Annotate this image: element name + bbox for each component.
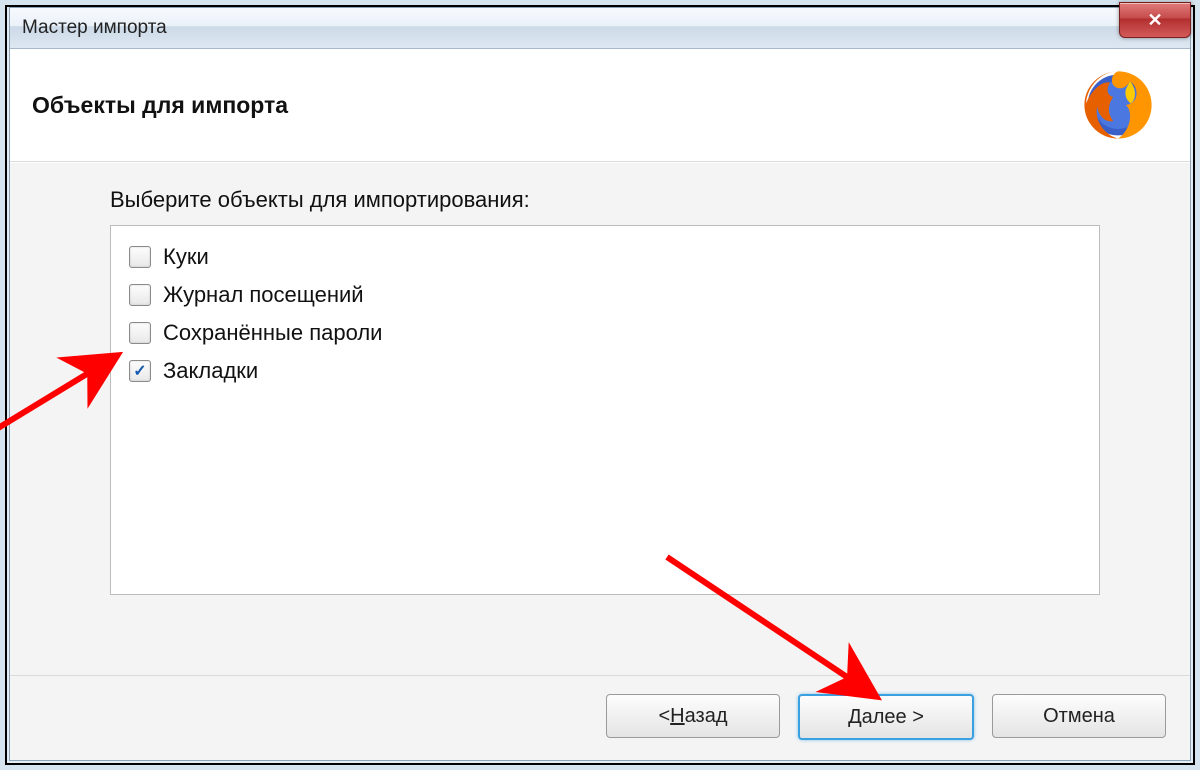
wizard-body: Выберите объекты для импортирования: Кук… — [10, 162, 1190, 675]
import-items-list: Куки Журнал посещений Сохранённые пароли… — [110, 225, 1100, 595]
window-titlebar: Мастер импорта ✕ — [10, 8, 1190, 49]
checkbox-icon[interactable] — [129, 284, 151, 306]
wizard-window: Мастер импорта ✕ Объекты для импорта Выб… — [9, 7, 1191, 761]
button-rest: азад — [685, 705, 728, 728]
screenshot-frame: Мастер импорта ✕ Объекты для импорта Выб… — [5, 5, 1195, 765]
list-item[interactable]: Сохранённые пароли — [127, 314, 1083, 352]
button-mnemonic: Д — [848, 706, 862, 729]
prompt-label: Выберите объекты для импортирования: — [110, 187, 1100, 213]
list-item[interactable]: Журнал посещений — [127, 276, 1083, 314]
item-label: Сохранённые пароли — [163, 320, 382, 346]
item-label: Закладки — [163, 358, 258, 384]
checkbox-icon[interactable] — [129, 360, 151, 382]
list-item[interactable]: Куки — [127, 238, 1083, 276]
cancel-button[interactable]: Отмена — [992, 694, 1166, 738]
firefox-icon — [1078, 65, 1158, 145]
close-icon: ✕ — [1147, 10, 1162, 31]
wizard-footer: < Назад Далее > Отмена — [10, 675, 1190, 760]
page-title: Объекты для импорта — [32, 92, 288, 119]
item-label: Журнал посещений — [163, 282, 364, 308]
item-label: Куки — [163, 244, 209, 270]
button-prefix: < — [658, 705, 670, 728]
next-button[interactable]: Далее > — [798, 694, 974, 740]
button-mnemonic: Н — [670, 705, 684, 728]
button-rest: алее > — [862, 706, 924, 729]
close-button[interactable]: ✕ — [1119, 2, 1191, 38]
button-label: Отмена — [1043, 705, 1115, 728]
back-button[interactable]: < Назад — [606, 694, 780, 738]
checkbox-icon[interactable] — [129, 322, 151, 344]
checkbox-icon[interactable] — [129, 246, 151, 268]
list-item[interactable]: Закладки — [127, 352, 1083, 390]
wizard-header: Объекты для импорта — [10, 49, 1190, 162]
window-title: Мастер импорта — [22, 17, 167, 39]
